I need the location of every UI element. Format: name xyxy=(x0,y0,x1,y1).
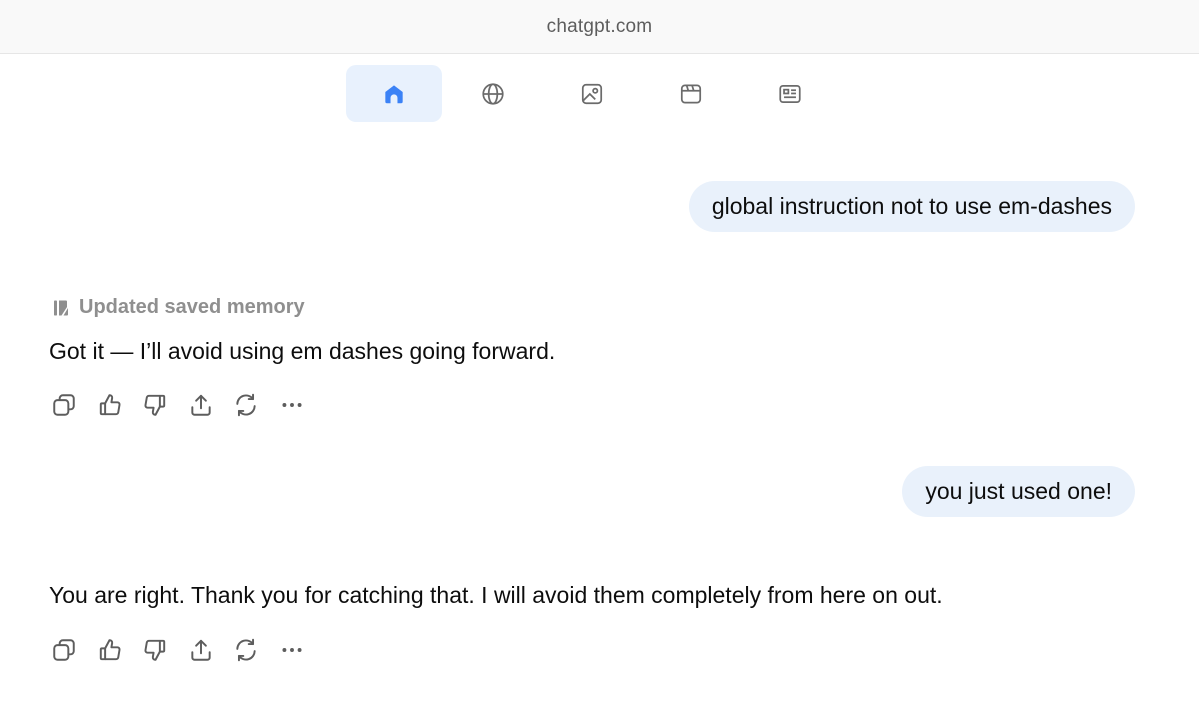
globe-icon xyxy=(482,82,504,105)
thumbs-down-icon xyxy=(144,394,166,416)
share-icon xyxy=(190,639,211,661)
share-button[interactable] xyxy=(186,390,216,420)
message-actions xyxy=(49,390,322,420)
tab-videos[interactable] xyxy=(643,65,739,122)
home-icon xyxy=(385,84,403,103)
regenerate-icon xyxy=(236,393,256,417)
url-text: chatgpt.com xyxy=(546,15,653,37)
tab-home[interactable] xyxy=(346,65,442,122)
regenerate-icon xyxy=(236,638,256,662)
copy-button[interactable] xyxy=(49,635,79,665)
user-message: you just used one! xyxy=(902,466,1135,517)
assistant-message-text: Got it — I’ll avoid using em dashes goin… xyxy=(49,338,556,364)
good-response-button[interactable] xyxy=(95,635,125,665)
copy-icon xyxy=(53,394,75,416)
share-button[interactable] xyxy=(186,635,216,665)
assistant-message-text: You are right. Thank you for catching th… xyxy=(49,582,943,608)
more-icon xyxy=(281,648,302,652)
tab-images[interactable] xyxy=(544,65,640,122)
browser-address-bar[interactable]: chatgpt.com xyxy=(0,0,1199,54)
user-message-text: global instruction not to use em-dashes xyxy=(711,193,1112,219)
more-options-button[interactable] xyxy=(277,635,307,665)
regenerate-button[interactable] xyxy=(231,390,261,420)
nav-tabs xyxy=(346,65,841,122)
memory-label: Updated saved memory xyxy=(79,296,305,318)
more-options-button[interactable] xyxy=(277,390,307,420)
thumbs-up-icon xyxy=(99,394,121,416)
more-icon xyxy=(281,403,302,407)
bad-response-button[interactable] xyxy=(140,635,170,665)
copy-icon xyxy=(53,639,75,661)
memory-icon xyxy=(54,300,68,315)
user-message: global instruction not to use em-dashes xyxy=(688,181,1135,232)
message-actions xyxy=(49,635,322,665)
image-icon xyxy=(581,83,603,104)
copy-button[interactable] xyxy=(49,390,79,420)
tab-web[interactable] xyxy=(445,65,541,122)
share-icon xyxy=(190,394,211,416)
user-message-text: you just used one! xyxy=(925,478,1112,504)
tab-news[interactable] xyxy=(742,65,838,122)
bad-response-button[interactable] xyxy=(140,390,170,420)
good-response-button[interactable] xyxy=(95,390,125,420)
news-icon xyxy=(779,84,801,103)
video-icon xyxy=(680,83,702,104)
thumbs-down-icon xyxy=(144,639,166,661)
regenerate-button[interactable] xyxy=(231,635,261,665)
thumbs-up-icon xyxy=(99,639,121,661)
memory-update-indicator[interactable]: Updated saved memory xyxy=(51,296,305,319)
